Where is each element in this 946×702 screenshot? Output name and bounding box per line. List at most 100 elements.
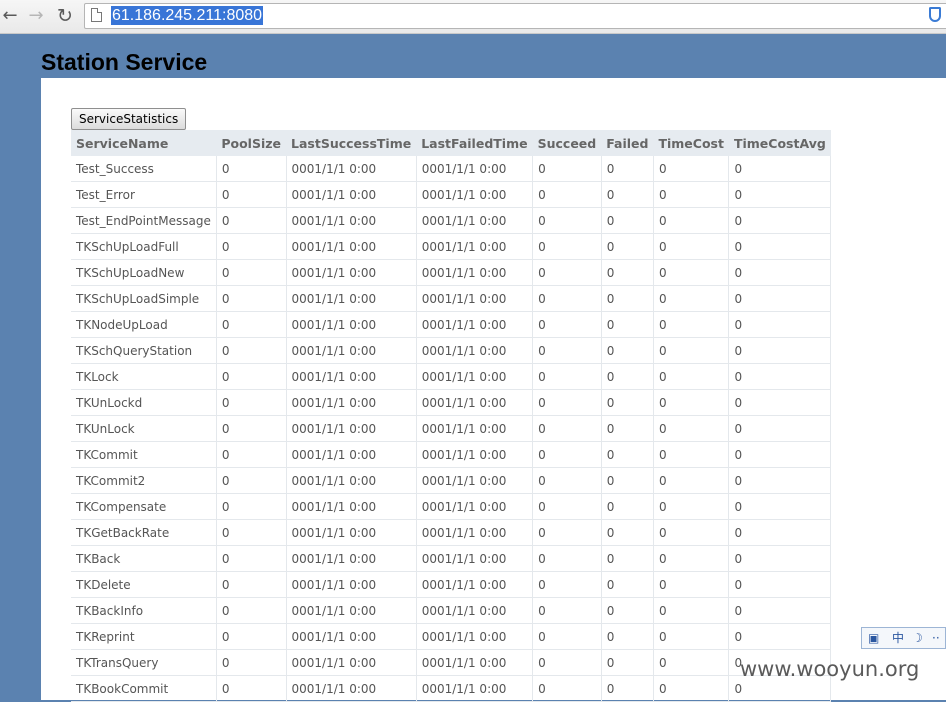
table-cell: 0001/1/1 0:00 — [286, 285, 417, 312]
table-cell: 0 — [728, 311, 832, 338]
table-cell: 0 — [532, 285, 602, 312]
table-cell: 0001/1/1 0:00 — [286, 311, 417, 338]
table-cell: 0 — [601, 259, 654, 286]
table-cell: 0 — [532, 337, 602, 364]
table-cell: 0 — [653, 156, 730, 182]
table-cell: 0 — [728, 493, 832, 520]
column-header-lastsuccesstime: LastSuccessTime — [286, 130, 417, 156]
table-row: TKBackInfo 0 0001/1/1 0:00 0001/1/1 0:00 0 0 0… — [71, 597, 832, 624]
table-cell: 0001/1/1 0:00 — [416, 259, 534, 286]
table-cell: 0 — [653, 649, 730, 676]
table-cell: 0 — [728, 467, 832, 494]
table-cell: 0 — [532, 675, 602, 702]
table-cell: 0001/1/1 0:00 — [416, 363, 534, 390]
table-cell: 0001/1/1 0:00 — [416, 597, 534, 624]
service-statistics-button[interactable]: ServiceStatistics — [71, 108, 187, 130]
moon-icon[interactable]: ☽ — [912, 628, 923, 648]
table-row: TKSchUpLoadFull 0 0001/1/1 0:00 0001/1/1 0:… — [71, 233, 832, 260]
table-row: Test_Error 0 0001/1/1 0:00 0001/1/1 0:00 0 0 0… — [71, 181, 832, 208]
reload-icon[interactable]: ↻ — [55, 6, 75, 26]
table-cell: 0001/1/1 0:00 — [286, 493, 417, 520]
ime-more-dots[interactable]: ·· — [932, 628, 940, 648]
forward-arrow-icon[interactable]: → — [26, 6, 46, 26]
table-cell: 0001/1/1 0:00 — [286, 259, 417, 286]
ime-mode-label[interactable]: 中 — [892, 628, 904, 648]
table-cell: 0 — [216, 623, 287, 650]
table-cell: TKLock — [71, 363, 217, 390]
table-cell: TKUnLock — [71, 415, 217, 442]
table-cell: 0001/1/1 0:00 — [286, 571, 417, 598]
table-cell: 0 — [653, 233, 730, 260]
table-cell: 0 — [532, 597, 602, 624]
shield-icon[interactable] — [929, 7, 941, 22]
table-cell: 0001/1/1 0:00 — [416, 519, 534, 546]
table-cell: 0 — [728, 207, 832, 234]
table-cell: 0 — [216, 233, 287, 260]
table-cell: 0 — [216, 389, 287, 416]
ime-toolbar[interactable]: ▣ 中 ☽ ·· — [861, 627, 946, 649]
table-cell: 0 — [653, 623, 730, 650]
table-cell: 0001/1/1 0:00 — [416, 337, 534, 364]
table-cell: 0001/1/1 0:00 — [286, 337, 417, 364]
table-cell: 0001/1/1 0:00 — [416, 675, 534, 702]
table-cell: 0 — [601, 415, 654, 442]
table-cell: 0 — [216, 181, 287, 208]
table-cell: 0 — [532, 519, 602, 546]
table-row: TKTransQuery 0 0001/1/1 0:00 0001/1/1 0:00 0… — [71, 649, 832, 676]
table-cell: 0001/1/1 0:00 — [416, 311, 534, 338]
table-cell: 0 — [728, 285, 832, 312]
column-header-servicename: ServiceName — [71, 130, 217, 156]
table-cell: 0 — [601, 156, 654, 182]
table-cell: 0 — [216, 311, 287, 338]
table-cell: 0 — [601, 597, 654, 624]
table-row: TKSchUpLoadNew 0 0001/1/1 0:00 0001/1/1 0:0… — [71, 259, 832, 286]
table-cell: 0001/1/1 0:00 — [286, 649, 417, 676]
table-cell: 0 — [728, 571, 832, 598]
table-row: TKBookCommit 0 0001/1/1 0:00 0001/1/1 0:00 0… — [71, 675, 832, 702]
table-cell: 0 — [601, 311, 654, 338]
address-bar[interactable]: 61.186.245.211:8080 — [84, 3, 946, 29]
watermark: www.wooyun.org — [740, 657, 920, 681]
table-row: TKNodeUpLoad 0 0001/1/1 0:00 0001/1/1 0:00 0… — [71, 311, 832, 338]
table-cell: 0 — [653, 181, 730, 208]
url-text[interactable]: 61.186.245.211:8080 — [111, 6, 264, 25]
table-cell: 0 — [216, 363, 287, 390]
table-cell: 0001/1/1 0:00 — [286, 415, 417, 442]
table-cell: 0 — [601, 571, 654, 598]
table-row: TKUnLock 0 0001/1/1 0:00 0001/1/1 0:00 0 0 0 0 — [71, 415, 832, 442]
table-cell: 0 — [216, 519, 287, 546]
table-row: TKSchQueryStation 0 0001/1/1 0:00 0001/1/1 … — [71, 337, 832, 364]
table-cell: 0 — [653, 311, 730, 338]
table-cell: 0 — [216, 441, 287, 468]
table-cell: 0 — [216, 285, 287, 312]
table-cell: 0 — [728, 415, 832, 442]
table-row: TKUnLockd 0 0001/1/1 0:00 0001/1/1 0:00 0 0 0 0 — [71, 389, 832, 416]
table-cell: 0001/1/1 0:00 — [416, 571, 534, 598]
table-cell: 0001/1/1 0:00 — [286, 156, 417, 182]
table-cell: 0 — [728, 181, 832, 208]
table-cell: 0001/1/1 0:00 — [286, 623, 417, 650]
page-icon — [91, 8, 102, 22]
table-cell: 0001/1/1 0:00 — [416, 441, 534, 468]
table-cell: TKSchUpLoadSimple — [71, 285, 217, 312]
table-cell: 0 — [653, 415, 730, 442]
table-cell: 0 — [728, 259, 832, 286]
table-cell: 0 — [728, 545, 832, 572]
table-cell: 0 — [216, 649, 287, 676]
table-cell: 0001/1/1 0:00 — [416, 156, 534, 182]
table-cell: 0 — [601, 207, 654, 234]
column-header-failed: Failed — [601, 130, 654, 156]
table-cell: 0001/1/1 0:00 — [286, 467, 417, 494]
back-arrow-icon[interactable]: ← — [0, 6, 20, 26]
table-cell: TKUnLockd — [71, 389, 217, 416]
table-cell: 0 — [532, 233, 602, 260]
table-cell: 0 — [532, 441, 602, 468]
table-cell: 0 — [601, 233, 654, 260]
table-cell: 0001/1/1 0:00 — [416, 493, 534, 520]
table-cell: 0001/1/1 0:00 — [416, 545, 534, 572]
table-row: Test_EndPointMessage 0 0001/1/1 0:00 0001/1… — [71, 207, 832, 234]
table-cell: 0 — [532, 156, 602, 182]
column-header-timecostavg: TimeCostAvg — [728, 130, 831, 156]
table-row: TKBack 0 0001/1/1 0:00 0001/1/1 0:00 0 0 0 0 — [71, 545, 832, 572]
table-cell: 0 — [216, 415, 287, 442]
